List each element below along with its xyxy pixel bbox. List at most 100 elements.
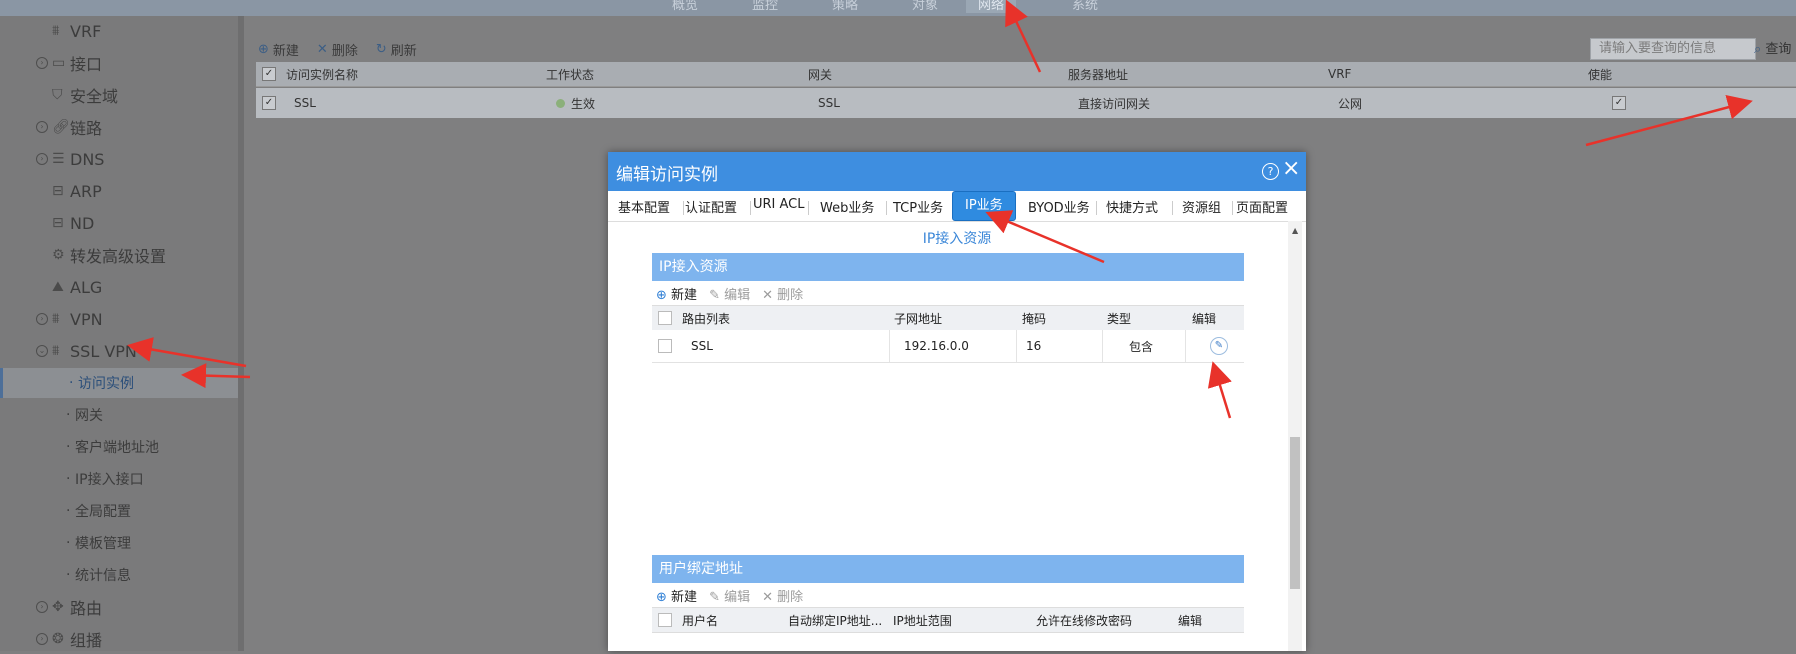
new-button[interactable]: ⊕ 新建 (258, 40, 299, 59)
cell-server: 直接访问网关 (1078, 96, 1151, 111)
tab-uri-acl[interactable]: URI ACL (753, 197, 805, 212)
column-header-allow-online-change-pwd[interactable]: 允许在线修改密码 (1036, 608, 1132, 632)
scrollbar-thumb[interactable] (1290, 437, 1300, 589)
enable-checkbox[interactable]: ✓ (1612, 96, 1626, 110)
sidebar-subitem-ip-access-interface[interactable]: · IP接入接口 (0, 464, 238, 494)
column-header-edit[interactable]: 编辑 (1192, 306, 1216, 330)
ip-new-button[interactable]: ⊕ 新建 (656, 284, 697, 303)
alg-icon: ⛰ (52, 279, 64, 295)
expand-icon[interactable]: › (36, 121, 48, 133)
column-header-username[interactable]: 用户名 (682, 608, 718, 632)
top-nav-item-system[interactable]: 系统 (1072, 0, 1098, 13)
search-input[interactable]: 请输入要查询的信息 (1590, 38, 1756, 60)
sidebar-subitem-statistics[interactable]: · 统计信息 (0, 560, 238, 590)
sidebar-item-alg[interactable]: ⛰ ALG (0, 272, 238, 302)
help-icon[interactable]: ? (1262, 163, 1279, 180)
tab-resource-group[interactable]: 资源组 (1182, 197, 1221, 216)
pencil-icon[interactable]: ✎ (1210, 337, 1228, 355)
sidebar-item-nd[interactable]: ⊟ ND (0, 208, 238, 238)
user-binding-table-header: 用户名 自动绑定IP地址... IP地址范围 允许在线修改密码 编辑 (652, 607, 1244, 633)
sidebar-subitem-access-instance[interactable]: · 访问实例 (0, 368, 241, 398)
arp-icon: ⊟ (52, 183, 64, 199)
user-delete-button[interactable]: ✕ 删除 (762, 586, 803, 605)
expand-icon[interactable]: › (36, 153, 48, 165)
sidebar-item-route[interactable]: › ✥ 路由 (0, 592, 238, 622)
tab-ip-service[interactable]: IP业务 (952, 191, 1016, 221)
sidebar-item-vpn[interactable]: › ⩩ VPN (0, 304, 238, 334)
column-header-mask[interactable]: 掩码 (1022, 306, 1046, 330)
ip-edit-button[interactable]: ✎ 编辑 (709, 284, 750, 303)
tab-auth-config[interactable]: 认证配置 (685, 197, 737, 216)
column-header-status[interactable]: 工作状态 (546, 62, 594, 86)
expand-icon[interactable]: › (36, 57, 48, 69)
user-new-button[interactable]: ⊕ 新建 (656, 586, 697, 605)
column-header-subnet[interactable]: 子网地址 (894, 306, 942, 330)
sidebar-item-label: 接口 (70, 55, 103, 74)
plus-circle-icon: ⊕ (656, 590, 667, 605)
column-header-auto-bind-ip[interactable]: 自动绑定IP地址... (788, 608, 882, 632)
tab-tcp-service[interactable]: TCP业务 (893, 197, 943, 216)
sidebar-item-multicast[interactable]: › ❂ 组播 (0, 624, 238, 654)
column-header-enable[interactable]: 使能 (1588, 62, 1612, 86)
sidebar-item-arp[interactable]: ⊟ ARP (0, 176, 238, 206)
cell-type: 包含 (1129, 339, 1154, 354)
status-dot-icon (556, 98, 565, 108)
tab-byod-service[interactable]: BYOD业务 (1028, 197, 1090, 216)
column-header-server[interactable]: 服务器地址 (1068, 62, 1128, 86)
sidebar-item-vrf[interactable]: ⩩ VRF (0, 16, 238, 46)
refresh-button[interactable]: ↻ 刷新 (376, 40, 417, 59)
scroll-up-arrow-icon[interactable]: ▲ (1292, 226, 1298, 235)
new-button-label: 新建 (272, 44, 299, 59)
tab-web-service[interactable]: Web业务 (820, 197, 874, 216)
sidebar-item-dns[interactable]: › ☰ DNS (0, 144, 238, 174)
expand-icon[interactable]: › (36, 633, 48, 645)
sidebar-item-link[interactable]: › 🔗︎ 链路 (0, 112, 238, 142)
user-edit-button[interactable]: ✎ 编辑 (709, 586, 750, 605)
ip-delete-button[interactable]: ✕ 删除 (762, 284, 803, 303)
column-header-name[interactable]: 访问实例名称 (286, 62, 358, 86)
column-header-type[interactable]: 类型 (1107, 306, 1131, 330)
column-header-vrf[interactable]: VRF (1328, 62, 1351, 86)
column-header-edit[interactable]: 编辑 (1178, 608, 1202, 632)
select-all-checkbox[interactable]: ✓ (262, 67, 276, 81)
sidebar-subitem-global-config[interactable]: · 全局配置 (0, 496, 238, 526)
sidebar-item-security-zone[interactable]: ⛉ 安全域 (0, 80, 238, 110)
table-row[interactable]: ✓ SSL 生效 SSL 直接访问网关 公网 ✓ (256, 88, 1796, 118)
top-nav-item-network[interactable]: 网络 (966, 0, 1017, 13)
sidebar-subitem-gateway[interactable]: · 网关 (0, 400, 238, 430)
sidebar-subitem-client-pool[interactable]: · 客户端地址池 (0, 432, 238, 462)
sidebar-item-label: 安全域 (70, 87, 119, 106)
expand-icon[interactable]: › (36, 313, 48, 325)
top-nav-item-object[interactable]: 对象 (912, 0, 938, 13)
sidebar-subitem-template[interactable]: · 模板管理 (0, 528, 238, 558)
tab-basic-config[interactable]: 基本配置 (618, 197, 670, 216)
top-nav-item-overview[interactable]: 概览 (672, 0, 698, 13)
sidebar-item-label: ND (70, 213, 95, 233)
settings-icon: ⚙ (52, 247, 65, 263)
user-select-all-checkbox[interactable] (658, 613, 672, 627)
column-header-ip-range[interactable]: IP地址范围 (893, 608, 952, 632)
delete-button[interactable]: ✕ 删除 (317, 40, 358, 59)
table-row[interactable]: SSL 192.16.0.0 16 包含 ✎ (652, 330, 1244, 363)
sidebar-item-label: SSL VPN (70, 341, 137, 361)
query-button[interactable]: ⌕ 查询 (1754, 38, 1791, 57)
close-icon: ✕ (762, 590, 774, 605)
ip-select-all-checkbox[interactable] (658, 311, 672, 325)
sidebar-item-ssl-vpn[interactable]: ⌄ ⩩ SSL VPN (0, 336, 238, 366)
ip-row-checkbox[interactable] (658, 339, 672, 353)
tab-shortcut[interactable]: 快捷方式 (1106, 197, 1158, 216)
row-checkbox[interactable]: ✓ (262, 96, 276, 110)
close-icon[interactable]: × (1282, 158, 1300, 180)
top-nav-item-policy[interactable]: 策略 (832, 0, 858, 13)
tab-page-config[interactable]: 页面配置 (1236, 197, 1288, 216)
sidebar-item-interface[interactable]: › ▭ 接口 (0, 48, 238, 78)
sidebar-item-forwarding-advanced[interactable]: ⚙ 转发高级设置 (0, 240, 238, 270)
top-nav-item-monitor[interactable]: 监控 (752, 0, 778, 13)
instance-table-header: ✓ 访问实例名称 工作状态 网关 服务器地址 VRF 使能 (256, 62, 1796, 87)
column-header-gateway[interactable]: 网关 (808, 62, 832, 86)
section-heading: IP接入资源 (922, 231, 992, 247)
dialog-header: 编辑访问实例 ? × (608, 152, 1306, 191)
column-header-route-list[interactable]: 路由列表 (682, 306, 730, 330)
collapse-icon[interactable]: ⌄ (36, 345, 48, 357)
expand-icon[interactable]: › (36, 601, 48, 613)
